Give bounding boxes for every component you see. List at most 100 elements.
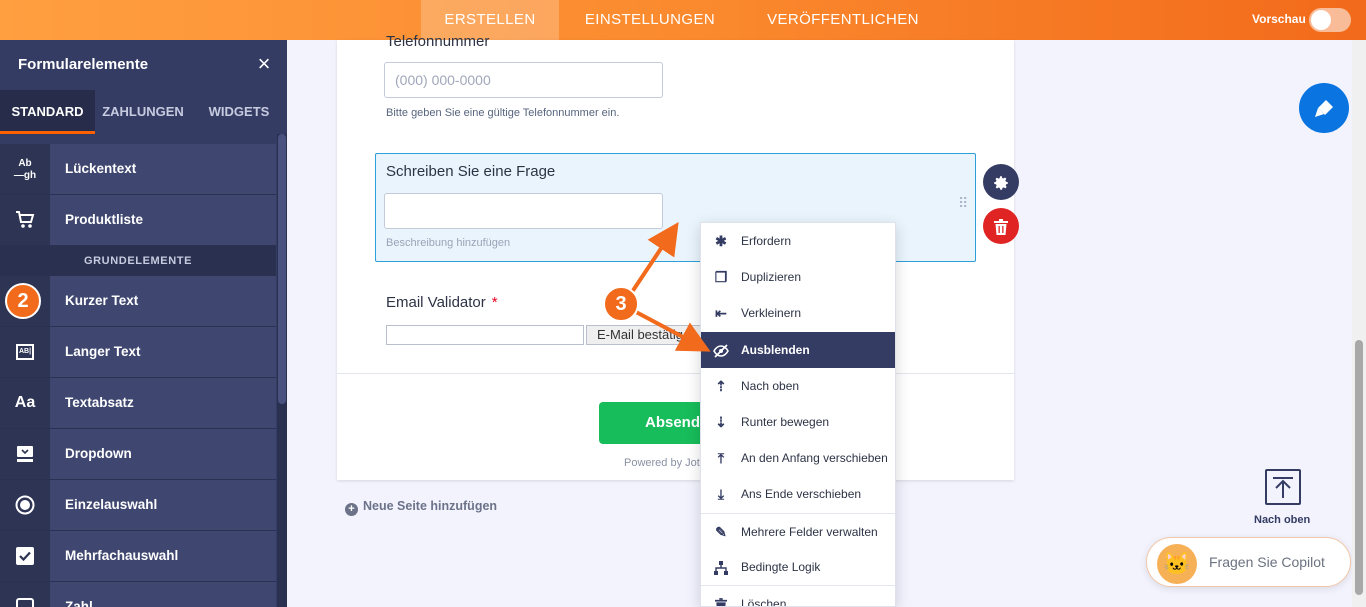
sidebar-item-label: Mehrfachauswahl: [50, 531, 276, 581]
fill-in-blank-icon: Ab —gh: [0, 144, 50, 194]
menu-item-label: Ausblenden: [741, 342, 810, 357]
add-new-page-button[interactable]: + Neue Seite hinzufügen: [345, 499, 497, 516]
page-scrollbar[interactable]: [1352, 40, 1366, 607]
sidebar-item-product-list[interactable]: Produktliste: [0, 195, 276, 246]
sidebar-item-short-text[interactable]: Kurzer Text: [0, 276, 276, 327]
question-label[interactable]: Schreiben Sie eine Frage: [386, 163, 555, 180]
form-elements-sidebar: Formularelemente × STANDARD ZAHLUNGEN WI…: [0, 40, 287, 607]
add-new-page-label: Neue Seite hinzufügen: [363, 499, 498, 513]
menu-item-hide[interactable]: Ausblenden: [701, 331, 895, 368]
email-label: Email Validator *: [386, 294, 498, 311]
sidebar-item-multiple-choice[interactable]: Mehrfachauswahl: [0, 531, 276, 582]
plus-icon: +: [345, 503, 358, 516]
menu-item-label: Duplizieren: [741, 270, 802, 285]
sidebar-item-label: Langer Text: [50, 327, 276, 377]
menu-item-label: An den Anfang verschieben: [741, 451, 888, 466]
sidebar-item-paragraph[interactable]: Aa Textabsatz: [0, 378, 276, 429]
tab-standard[interactable]: STANDARD: [0, 90, 95, 134]
sidebar-item-label: Einzelauswahl: [50, 480, 276, 530]
email-input[interactable]: [386, 325, 584, 345]
menu-item-move-bottom[interactable]: ⤓ Ans Ende verschieben: [701, 476, 895, 512]
copilot-cat-icon: 🐱: [1157, 544, 1197, 584]
menu-item-label: Mehrere Felder verwalten: [741, 524, 878, 539]
shrink-icon: ⇤: [715, 305, 727, 322]
menu-item-move-top[interactable]: ⤒ An den Anfang verschieben: [701, 440, 895, 476]
top-navigation-bar: ERSTELLEN EINSTELLUNGEN VERÖFFENTLICHEN …: [0, 0, 1366, 40]
field-context-menu: ✱ Erfordern ❐ Duplizieren ⇤ Verkleinern Aus…: [700, 222, 896, 607]
sidebar-item-label: Dropdown: [50, 429, 276, 479]
form-designer-button[interactable]: [1299, 83, 1349, 133]
toggle-knob: [1311, 10, 1331, 30]
menu-item-delete[interactable]: Löschen: [701, 584, 895, 606]
question-description[interactable]: Beschreibung hinzufügen: [386, 237, 510, 249]
trash-icon: [711, 586, 731, 606]
phone-input[interactable]: (000) 000-0000: [384, 62, 663, 98]
sidebar-item-label: Textabsatz: [50, 378, 276, 428]
menu-item-label: Verkleinern: [741, 306, 802, 321]
menu-item-label: Bedingte Logik: [741, 559, 821, 574]
phone-label: Telefonnummer: [386, 33, 490, 50]
menu-item-shrink[interactable]: ⇤ Verkleinern: [701, 295, 895, 331]
sidebar-item-label: Kurzer Text: [50, 276, 276, 326]
delete-field-button[interactable]: [983, 208, 1019, 244]
menu-item-conditional-logic[interactable]: Bedingte Logik: [701, 549, 895, 585]
drag-handle-icon[interactable]: ⠿: [958, 196, 968, 216]
tab-settings[interactable]: EINSTELLUNGEN: [568, 0, 732, 40]
menu-item-move-up[interactable]: ⇡ Nach oben: [701, 368, 895, 404]
sidebar-scroll-thumb[interactable]: [278, 134, 286, 404]
sidebar-item-number[interactable]: Zahl: [0, 582, 276, 607]
submit-button[interactable]: Absenden: [599, 402, 709, 444]
long-text-icon: AB|: [0, 327, 50, 377]
checkbox-icon: [0, 531, 50, 581]
menu-item-duplicate[interactable]: ❐ Duplizieren: [701, 259, 895, 295]
section-basic-elements: GRUNDELEMENTE: [0, 246, 276, 276]
preview-label: Vorschau: [1252, 12, 1306, 26]
question-input[interactable]: [384, 193, 663, 229]
close-icon[interactable]: ×: [252, 52, 276, 76]
back-to-top-label: Nach oben: [1254, 514, 1311, 526]
number-icon: [0, 582, 50, 607]
email-verify-button[interactable]: E-Mail bestätigen: [586, 325, 706, 345]
cart-icon: [0, 195, 50, 245]
dropdown-icon: [0, 429, 50, 479]
tab-publish[interactable]: VERÖFFENTLICHEN: [748, 0, 938, 40]
phone-hint: Bitte geben Sie eine gültige Telefonnumm…: [386, 107, 620, 119]
required-marker: *: [491, 294, 498, 311]
step-badge-2: 2: [5, 283, 41, 319]
page-scroll-thumb[interactable]: [1355, 340, 1363, 595]
sidebar-item-long-text[interactable]: AB| Langer Text: [0, 327, 276, 378]
divider: [337, 373, 1014, 374]
copilot-label: Fragen Sie Copilot: [1209, 554, 1325, 570]
menu-item-require[interactable]: ✱ Erfordern: [701, 223, 895, 259]
sidebar-element-list: Ab —gh Lückentext Produktliste GRUNDELEME…: [0, 144, 276, 607]
duplicate-icon: ❐: [714, 269, 728, 286]
menu-item-label: Nach oben: [741, 378, 800, 393]
menu-item-manage-fields[interactable]: ✎ Mehrere Felder verwalten: [701, 512, 895, 549]
pencil-icon: ✎: [715, 523, 727, 540]
sidebar-title: Formularelemente: [18, 56, 149, 73]
sidebar-scrollbar[interactable]: [277, 134, 287, 607]
step-badge-3: 3: [603, 286, 639, 322]
phone-placeholder: (000) 000-0000: [395, 72, 491, 88]
move-bottom-icon: ⤓: [717, 486, 725, 503]
menu-item-move-down[interactable]: ⇣ Runter bewegen: [701, 404, 895, 440]
email-label-text: Email Validator: [386, 294, 486, 311]
sidebar-item-label: Produktliste: [50, 195, 276, 245]
paragraph-icon: Aa: [0, 378, 50, 428]
sidebar-item-fill-in-blank[interactable]: Ab —gh Lückentext: [0, 144, 276, 195]
gear-icon[interactable]: [983, 164, 1019, 200]
preview-toggle[interactable]: [1309, 8, 1351, 32]
tab-payments[interactable]: ZAHLUNGEN: [95, 90, 191, 134]
back-to-top-icon[interactable]: [1265, 469, 1301, 505]
tab-widgets[interactable]: WIDGETS: [191, 90, 287, 134]
copilot-button[interactable]: 🐱 Fragen Sie Copilot: [1146, 537, 1351, 587]
radio-icon: [0, 480, 50, 530]
sidebar-item-single-choice[interactable]: Einzelauswahl: [0, 480, 276, 531]
sidebar-item-dropdown[interactable]: Dropdown: [0, 429, 276, 480]
move-down-icon: ⇣: [715, 413, 727, 430]
menu-item-label: Erfordern: [741, 234, 792, 248]
logic-icon: [711, 549, 731, 585]
asterisk-icon: ✱: [715, 233, 727, 249]
sidebar-tabs: STANDARD ZAHLUNGEN WIDGETS: [0, 90, 287, 134]
move-up-icon: ⇡: [715, 377, 727, 394]
